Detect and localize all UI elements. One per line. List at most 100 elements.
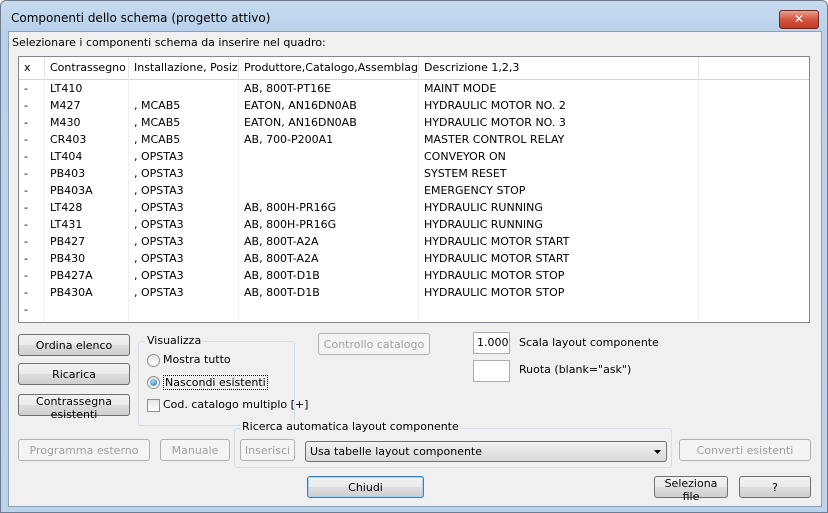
dialog-client-area: Selezionare i componenti schema da inser…: [8, 31, 822, 507]
table-row[interactable]: - LT431 , OPSTA3 AB, 800H-PR16G HYDRAULIC RU…: [19, 216, 809, 233]
row-installation: , OPSTA3: [134, 184, 184, 197]
row-manufacturer: EATON, AN16DN0AB: [244, 116, 357, 129]
column-header-tag[interactable]: Contrassegno: [45, 57, 129, 79]
row-tag: LT428: [50, 201, 83, 214]
row-installation: , OPSTA3: [134, 150, 184, 163]
table-row[interactable]: - CR403 , MCAB5 AB, 700-P200A1 MASTER CONTRO…: [19, 131, 809, 148]
row-manufacturer: AB, 800T-D1B: [244, 269, 320, 282]
table-row[interactable]: - PB403 , OPSTA3 SYSTEM RESET: [19, 165, 809, 182]
row-marker: -: [24, 235, 28, 248]
show-all-radio[interactable]: [147, 354, 160, 367]
row-installation: , OPSTA3: [134, 167, 184, 180]
table-row[interactable]: - PB430 , OPSTA3 AB, 800T-A2A HYDRAULIC MOTO…: [19, 250, 809, 267]
chevron-down-icon: [654, 450, 661, 454]
select-file-button[interactable]: Seleziona file: [654, 476, 728, 503]
column-header-installation[interactable]: Installazione, Posiz...: [129, 57, 239, 79]
table-row[interactable]: - LT404 , OPSTA3 CONVEYOR ON: [19, 148, 809, 165]
row-description: HYDRAULIC MOTOR START: [424, 252, 570, 265]
convert-existing-button[interactable]: Converti esistenti: [679, 439, 811, 461]
layout-table-combo[interactable]: Usa tabelle layout componente: [305, 441, 667, 462]
row-manufacturer: AB, 800H-PR16G: [244, 201, 337, 214]
catalog-check-button[interactable]: Controllo catalogo: [318, 333, 430, 355]
column-header-manufacturer[interactable]: Produttore,Catalogo,Assemblaggio: [239, 57, 419, 79]
row-marker: -: [24, 218, 28, 231]
row-installation: , OPSTA3: [134, 252, 184, 265]
table-row[interactable]: - M430 , MCAB5 EATON, AN16DN0AB HYDRAULIC MO…: [19, 114, 809, 131]
row-description: HYDRAULIC MOTOR STOP: [424, 269, 565, 282]
row-description: MASTER CONTROL RELAY: [424, 133, 565, 146]
hide-existing-radio[interactable]: [147, 376, 160, 389]
external-program-button[interactable]: Programma esterno: [18, 439, 150, 461]
row-tag: [45, 301, 129, 318]
row-manufacturer: [239, 165, 419, 182]
reload-button[interactable]: Ricarica: [18, 363, 130, 385]
table-row[interactable]: - LT410 AB, 800T-PT16E MAINT MODE: [19, 80, 809, 97]
row-marker: -: [24, 150, 28, 163]
row-tag: LT431: [50, 218, 83, 231]
column-header-description[interactable]: Descrizione 1,2,3: [419, 57, 699, 79]
close-window-button[interactable]: ✕: [779, 10, 819, 29]
multi-catalog-label[interactable]: Cod. catalogo multiplo [+]: [163, 398, 308, 411]
hide-existing-label[interactable]: Nascondi esistenti: [163, 375, 268, 390]
table-row[interactable]: - LT428 , OPSTA3 AB, 800H-PR16G HYDRAULIC RU…: [19, 199, 809, 216]
row-tag: PB427: [50, 235, 86, 248]
row-marker: -: [24, 167, 28, 180]
row-description: CONVEYOR ON: [424, 150, 506, 163]
close-button[interactable]: Chiudi: [307, 476, 424, 498]
scale-input[interactable]: 1.000: [473, 332, 510, 354]
manual-button[interactable]: Manuale: [160, 439, 230, 461]
row-description: MAINT MODE: [424, 82, 497, 95]
row-description: SYSTEM RESET: [424, 167, 507, 180]
window-title: Componenti dello schema (progetto attivo…: [11, 11, 271, 25]
title-bar[interactable]: Componenti dello schema (progetto attivo…: [1, 1, 827, 31]
scale-label: Scala layout componente: [519, 336, 659, 349]
auto-search-group-title: Ricerca automatica layout componente: [240, 420, 461, 433]
rotate-label: Ruota (blank="ask"): [519, 363, 632, 376]
table-row[interactable]: - M427 , MCAB5 EATON, AN16DN0AB HYDRAULIC MO…: [19, 97, 809, 114]
row-installation: , MCAB5: [134, 99, 181, 112]
row-manufacturer: AB, 800T-A2A: [244, 252, 319, 265]
row-installation: , OPSTA3: [134, 269, 184, 282]
row-description: HYDRAULIC RUNNING: [424, 201, 543, 214]
row-marker: -: [24, 252, 28, 265]
components-list[interactable]: x Contrassegno Installazione, Posiz... P…: [18, 56, 810, 323]
show-all-label[interactable]: Mostra tutto: [163, 353, 231, 366]
row-tag: LT410: [50, 82, 83, 95]
table-row[interactable]: - PB427 , OPSTA3 AB, 800T-A2A HYDRAULIC MOTO…: [19, 233, 809, 250]
row-marker: -: [24, 99, 28, 112]
table-row[interactable]: -: [19, 301, 809, 318]
row-marker: -: [24, 303, 28, 316]
row-tag: PB430A: [50, 286, 93, 299]
help-button[interactable]: ?: [739, 476, 811, 498]
row-installation: [129, 301, 239, 318]
table-row[interactable]: - PB403A , OPSTA3 EMERGENCY STOP: [19, 182, 809, 199]
dialog-window: Componenti dello schema (progetto attivo…: [0, 0, 828, 513]
table-row[interactable]: - PB427A , OPSTA3 AB, 800T-D1B HYDRAULIC MOT…: [19, 267, 809, 284]
insert-button[interactable]: Inserisci: [240, 439, 295, 461]
row-marker: -: [24, 184, 28, 197]
row-description: HYDRAULIC RUNNING: [424, 218, 543, 231]
close-icon: ✕: [793, 12, 805, 26]
row-manufacturer: [239, 148, 419, 165]
row-installation: , MCAB5: [134, 133, 181, 146]
row-installation: , MCAB5: [134, 116, 181, 129]
row-tag: M427: [50, 99, 81, 112]
column-header-filler: [699, 57, 809, 79]
row-manufacturer: AB, 800H-PR16G: [244, 218, 337, 231]
mark-existing-button[interactable]: Contrassegna esistenti: [18, 394, 130, 421]
row-installation: [129, 80, 239, 97]
row-description: HYDRAULIC MOTOR STOP: [424, 286, 565, 299]
row-description: EMERGENCY STOP: [424, 184, 526, 197]
row-tag: LT404: [50, 150, 83, 163]
row-installation: , OPSTA3: [134, 201, 184, 214]
row-marker: -: [24, 201, 28, 214]
table-row[interactable]: - PB430A , OPSTA3 AB, 800T-D1B HYDRAULIC MOT…: [19, 284, 809, 301]
multi-catalog-checkbox[interactable]: [147, 399, 160, 412]
sort-list-button[interactable]: Ordina elenco: [18, 334, 130, 356]
visualizza-group-title: Visualizza: [145, 334, 204, 347]
row-installation: , OPSTA3: [134, 286, 184, 299]
rotate-input[interactable]: [473, 360, 510, 382]
column-header-x[interactable]: x: [19, 57, 45, 79]
row-manufacturer: AB, 700-P200A1: [244, 133, 334, 146]
row-description: [419, 301, 699, 318]
